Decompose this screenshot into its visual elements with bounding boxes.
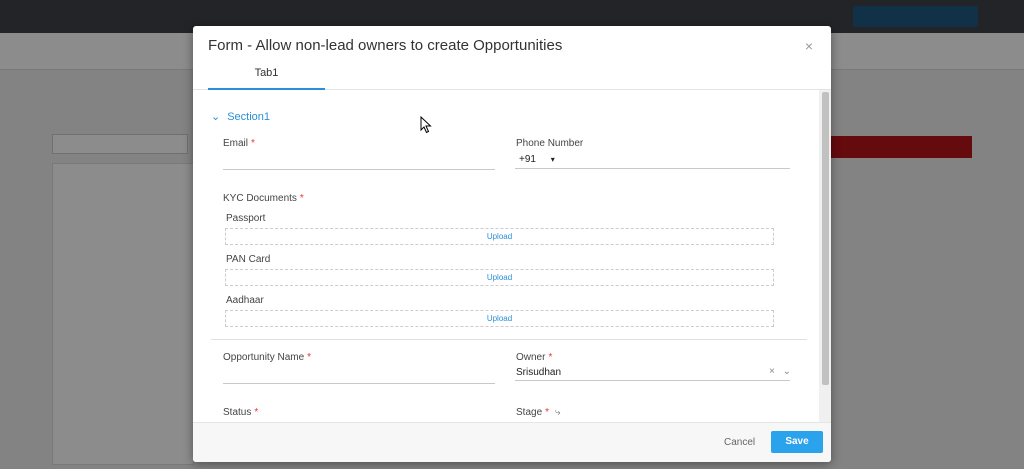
kyc-label-text: KYC Documents [223,193,297,204]
pan-card-upload-button[interactable]: Upload [225,269,774,286]
modal-footer: Cancel Save [193,422,831,462]
required-mark: * [254,407,259,418]
owner-label-text: Owner [516,352,546,363]
country-code-select[interactable]: +91 ▾ [519,154,555,165]
email-field[interactable] [223,169,495,170]
save-button[interactable]: Save [771,431,823,453]
dropdown-arrow-icon: ▾ [550,155,555,164]
chevron-down-icon[interactable]: ⌄ [783,366,791,377]
opportunity-name-field[interactable] [223,383,495,384]
phone-label: Phone Number [516,138,584,149]
status-label-text: Status [223,407,252,418]
status-label: Status * [223,407,258,418]
cancel-button[interactable]: Cancel [724,437,755,448]
stage-label-text: Stage [516,407,543,418]
mouse-cursor-icon [420,116,432,134]
tab-bar: Tab1 [193,62,831,90]
passport-upload-button[interactable]: Upload [225,228,774,245]
scrollbar-thumb[interactable] [822,92,829,385]
close-icon[interactable]: × [805,38,813,54]
stage-label: Stage * ⤷ [516,407,560,418]
aadhaar-label: Aadhaar [226,295,264,306]
country-code-value: +91 [519,154,536,165]
tab-tab1[interactable]: Tab1 [208,62,325,90]
phone-field[interactable] [515,168,790,169]
chevron-down-icon: ⌄ [211,111,221,123]
passport-label: Passport [226,213,266,224]
pan-card-label: PAN Card [226,254,271,265]
required-mark: * [299,193,304,204]
kyc-label: KYC Documents * [223,193,304,204]
section-title: Section1 [227,111,271,123]
required-mark: * [548,352,553,363]
owner-label: Owner * [516,352,552,363]
clear-icon[interactable]: × [769,366,775,377]
required-mark: * [307,352,312,363]
owner-field[interactable] [515,380,790,381]
email-label-text: Email [223,138,249,149]
opportunity-name-label-text: Opportunity Name [223,352,305,363]
section-header[interactable]: ⌄ Section1 [211,110,270,123]
modal-title: Form - Allow non-lead owners to create O… [208,37,563,54]
owner-value[interactable]: Srisudhan [516,367,561,378]
aadhaar-upload-button[interactable]: Upload [225,310,774,327]
form-body [193,90,831,422]
link-icon: ⤷ [554,407,561,418]
email-label: Email * [223,138,255,149]
divider [211,339,807,340]
form-modal: Form - Allow non-lead owners to create O… [193,26,831,462]
required-mark: * [251,138,255,149]
owner-controls: × ⌄ [769,366,791,377]
required-mark: * [545,407,550,418]
opportunity-name-label: Opportunity Name * [223,352,311,363]
